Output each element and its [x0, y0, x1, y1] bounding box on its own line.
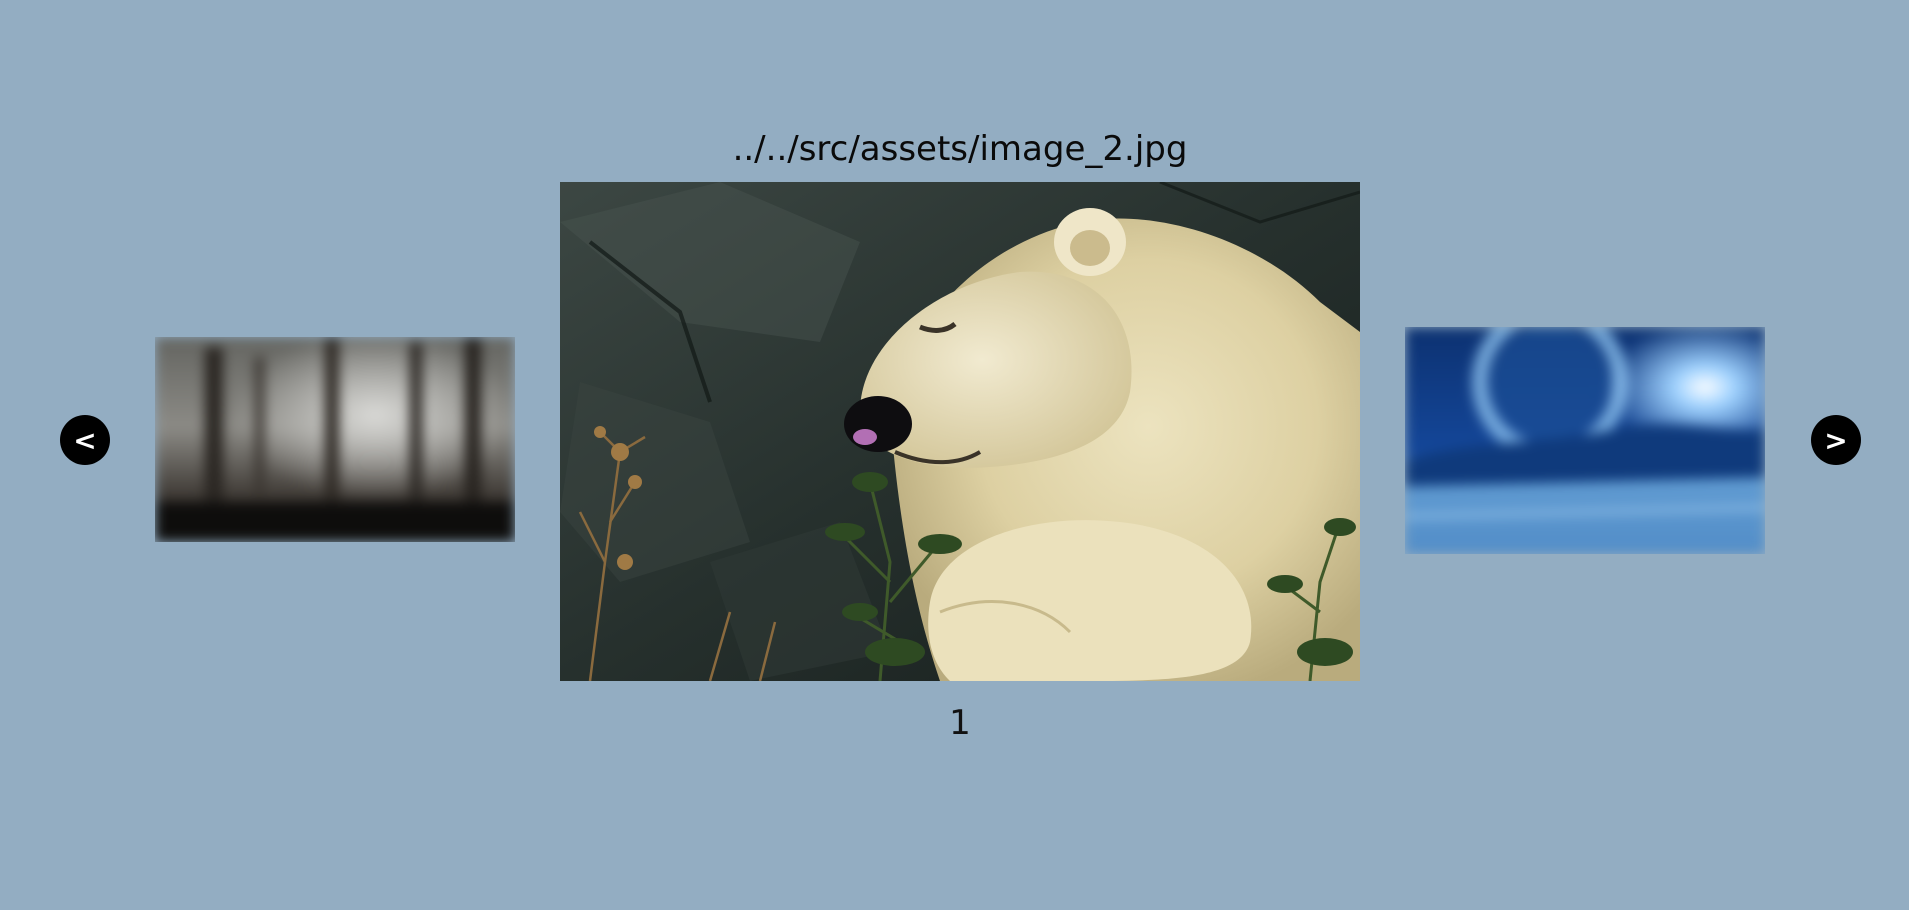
blue-planet-landscape-photo-icon — [1405, 327, 1765, 554]
polar-bear-photo-icon — [560, 182, 1360, 681]
next-button[interactable]: > — [1811, 415, 1861, 465]
prev-image-thumbnail[interactable] — [155, 337, 515, 542]
image-path-caption: ../../src/assets/image_2.jpg — [732, 129, 1188, 169]
forest-photo-icon — [155, 337, 515, 542]
current-image — [560, 182, 1360, 681]
prev-button[interactable]: < — [60, 415, 110, 465]
next-image-thumbnail[interactable] — [1405, 327, 1765, 554]
carousel: ../../src/assets/image_2.jpg < > 1 — [0, 0, 1909, 910]
slide-counter: 1 — [949, 703, 971, 743]
